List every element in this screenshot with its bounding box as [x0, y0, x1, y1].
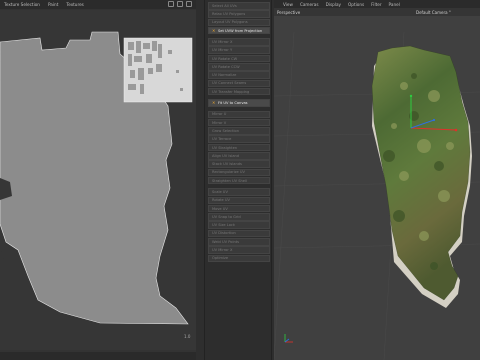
uv-command-button[interactable]: ✕ Set UVW from Projection: [208, 26, 270, 35]
world-axis-icon: [284, 334, 293, 343]
menu-textures[interactable]: Textures: [66, 2, 84, 7]
uv-editor-menubar: Texture Selection Paint Textures: [0, 0, 196, 9]
menu-panel[interactable]: Panel: [389, 2, 400, 7]
uv-command-label: UV Mirror X: [212, 248, 233, 253]
uv-command-button[interactable]: UV Mirror Y: [208, 46, 270, 54]
uv-command-button[interactable]: Weld UV Points: [208, 238, 270, 246]
uv-command-label: Fit UV to Canvas: [218, 101, 248, 106]
uv-command-button[interactable]: Grow Selection: [208, 127, 270, 135]
uv-command-button[interactable]: UV Straighten: [208, 143, 270, 152]
menu-display[interactable]: Display: [326, 2, 341, 7]
uv-command-button[interactable]: UV Mirror X: [208, 246, 270, 254]
uv-command-button[interactable]: Move UV: [208, 204, 270, 213]
move-view-icon[interactable]: [168, 1, 174, 7]
uv-command-button[interactable]: Align UV Island: [208, 152, 270, 160]
uv-command-button[interactable]: Relax UV Polygons: [208, 10, 270, 18]
uv-command-label: UV Mirror X: [212, 39, 233, 44]
uv-command-label: Scale UV: [212, 189, 228, 194]
uv-command-button[interactable]: Layout UV Polygons: [208, 18, 270, 27]
camera-name-label[interactable]: Default Camera °: [416, 10, 451, 15]
uv-command-button[interactable]: Rectangularize UV: [208, 168, 270, 177]
menu-view[interactable]: View: [283, 2, 293, 7]
uv-command-label: UV Distortion: [212, 231, 236, 236]
perspective-viewport[interactable]: View Cameras Display Options Filter Pane…: [274, 0, 480, 360]
viewport-menubar: View Cameras Display Options Filter Pane…: [274, 0, 480, 8]
uv-command-label: Stack UV Islands: [212, 162, 242, 167]
uv-editor-panel: Texture Selection Paint Textures 1.0: [0, 0, 196, 360]
command-icon: ✕: [212, 100, 216, 106]
uv-command-button[interactable]: UV Normalize: [208, 71, 270, 79]
uv-command-label: Weld UV Points: [212, 239, 240, 244]
uv-command-label: UV Terrace: [212, 137, 232, 142]
uv-command-label: UV Snap to Grid: [212, 214, 241, 219]
view-name-label: Perspective: [277, 10, 301, 15]
terrain-surface: [371, 45, 471, 301]
uv-command-button[interactable]: Mirror V: [208, 118, 270, 127]
maximize-view-icon[interactable]: [186, 1, 192, 7]
uv-command-button[interactable]: Mirror U: [208, 110, 270, 119]
viewport-canvas[interactable]: [274, 16, 480, 360]
menu-filter[interactable]: Filter: [371, 2, 381, 7]
command-icon: ✕: [212, 27, 216, 33]
menu-options[interactable]: Options: [348, 2, 364, 7]
uv-command-button[interactable]: UV Snap to Grid: [208, 213, 270, 221]
menu-paint[interactable]: Paint: [48, 2, 58, 7]
uv-command-label: UV Size Lock: [212, 223, 235, 228]
uv-command-button[interactable]: UV Transfer Mapping: [208, 87, 270, 96]
uv-command-label: Optimize: [212, 256, 229, 261]
uv-command-button[interactable]: UV Rotate CCW: [208, 63, 270, 71]
uv-command-label: Straighten UV Shell: [212, 178, 247, 183]
uv-command-list: Select All UVs Relax UV Polygons Layout UV…: [208, 2, 270, 263]
uv-command-label: Mirror V: [212, 120, 227, 125]
uv-command-label: UV Rotate CCW: [212, 64, 240, 69]
uv-command-button[interactable]: Rotate UV: [208, 196, 270, 205]
uv-editor-tools: [168, 1, 192, 7]
viewport-scene: [274, 31, 480, 360]
uv-command-button[interactable]: ✕ Fit UV to Canvas: [208, 99, 270, 107]
uv-canvas[interactable]: 1.0: [0, 10, 196, 350]
zoom-view-icon[interactable]: [177, 1, 183, 7]
uv-command-label: Relax UV Polygons: [212, 12, 246, 17]
uv-command-label: UV Transfer Mapping: [212, 89, 250, 94]
uv-command-button[interactable]: Select All UVs: [208, 2, 270, 10]
uv-command-button[interactable]: UV Size Lock: [208, 221, 270, 229]
uv-command-label: Align UV Island: [212, 153, 240, 158]
uv-command-button[interactable]: UV Terrace: [208, 135, 270, 143]
uv-command-label: UV Mirror Y: [212, 48, 233, 53]
uv-command-label: UV Straighten: [212, 145, 238, 150]
uv-command-label: Rectangularize UV: [212, 170, 245, 175]
uv-command-label: UV Normalize: [212, 73, 237, 78]
uv-command-label: UV Connect Seams: [212, 81, 247, 86]
uv-command-label: Grow Selection: [212, 128, 240, 133]
menu-cameras[interactable]: Cameras: [300, 2, 319, 7]
uv-command-label: Select All UVs: [212, 3, 237, 8]
uv-command-button[interactable]: Scale UV: [208, 188, 270, 196]
uv-command-label: Rotate UV: [212, 198, 230, 203]
uv-command-button[interactable]: Stack UV Islands: [208, 160, 270, 168]
uv-scale-label: 1.0: [184, 334, 191, 339]
uv-command-label: Mirror U: [212, 112, 227, 117]
uv-command-button[interactable]: Straighten UV Shell: [208, 176, 270, 185]
uv-command-button[interactable]: UV Mirror X: [208, 38, 270, 46]
uv-command-label: UV Rotate CW: [212, 56, 238, 61]
uv-command-button[interactable]: UV Connect Seams: [208, 79, 270, 88]
uv-island-drawing: [0, 31, 193, 325]
uv-command-label: Layout UV Polygons: [212, 20, 248, 25]
menu-texture-selection[interactable]: Texture Selection: [4, 2, 40, 7]
uv-status-bar: [0, 352, 196, 360]
uv-command-label: Set UVW from Projection: [218, 28, 263, 33]
uv-island-notch: [0, 246, 4, 272]
uv-command-button[interactable]: Optimize: [208, 254, 270, 263]
uv-command-button[interactable]: UV Distortion: [208, 229, 270, 238]
uv-commands-panel: Select All UVs Relax UV Polygons Layout UV…: [204, 0, 272, 360]
uv-command-button[interactable]: UV Rotate CW: [208, 54, 270, 63]
uv-command-label: Move UV: [212, 206, 228, 211]
